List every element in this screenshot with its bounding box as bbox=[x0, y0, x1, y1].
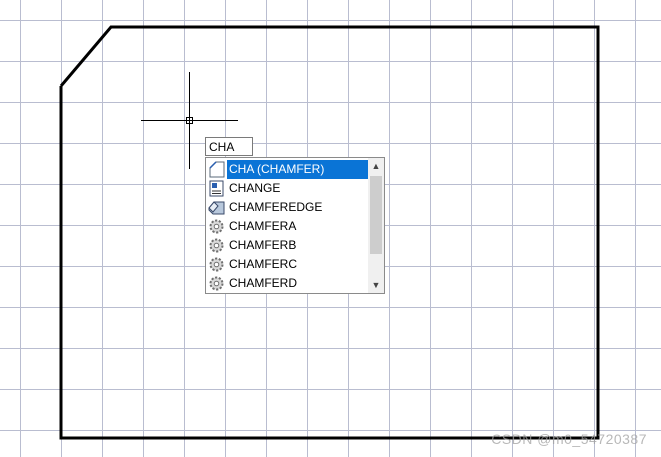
watermark-text: CSDN @m0_54720387 bbox=[491, 431, 647, 447]
scroll-down-arrow-icon[interactable]: ▼ bbox=[368, 277, 384, 293]
autocomplete-list[interactable]: CHA (CHAMFER) CHANGE CHAMFEREDGE CHAMFER… bbox=[205, 157, 385, 294]
vertical-scrollbar[interactable]: ▲ ▼ bbox=[368, 158, 384, 293]
drawing-canvas[interactable]: CHA CHA (CHAMFER) CHANGE CHAMFEREDGE CHA… bbox=[0, 0, 661, 457]
scrollbar-thumb[interactable] bbox=[370, 176, 382, 254]
command-input[interactable]: CHA bbox=[205, 137, 253, 156]
properties-icon bbox=[208, 180, 225, 197]
autocomplete-item-cha-chamfer[interactable]: CHA (CHAMFER) bbox=[206, 160, 369, 179]
gear-icon bbox=[208, 218, 225, 235]
autocomplete-item-chamferedge[interactable]: CHAMFEREDGE bbox=[206, 198, 369, 217]
gear-icon bbox=[208, 275, 225, 292]
autocomplete-item-chamferb[interactable]: CHAMFERB bbox=[206, 236, 369, 255]
chamfer-edge-icon bbox=[208, 199, 225, 216]
autocomplete-item-label: CHA (CHAMFER) bbox=[227, 160, 369, 179]
autocomplete-item-label: CHANGE bbox=[229, 181, 281, 195]
autocomplete-item-chamferd[interactable]: CHAMFERD bbox=[206, 274, 369, 293]
chamfer-icon bbox=[208, 161, 225, 178]
gear-icon bbox=[208, 237, 225, 254]
scroll-up-arrow-icon[interactable]: ▲ bbox=[368, 158, 384, 174]
gear-icon bbox=[208, 256, 225, 273]
autocomplete-item-label: CHAMFERC bbox=[229, 257, 297, 271]
autocomplete-item-label: CHAMFERB bbox=[229, 238, 297, 252]
autocomplete-item-change[interactable]: CHANGE bbox=[206, 179, 369, 198]
autocomplete-item-label: CHAMFERA bbox=[229, 219, 297, 233]
autocomplete-item-label: CHAMFEREDGE bbox=[229, 200, 323, 214]
autocomplete-item-chamferc[interactable]: CHAMFERC bbox=[206, 255, 369, 274]
autocomplete-item-label: CHAMFERD bbox=[229, 276, 297, 290]
autocomplete-item-chamfera[interactable]: CHAMFERA bbox=[206, 217, 369, 236]
